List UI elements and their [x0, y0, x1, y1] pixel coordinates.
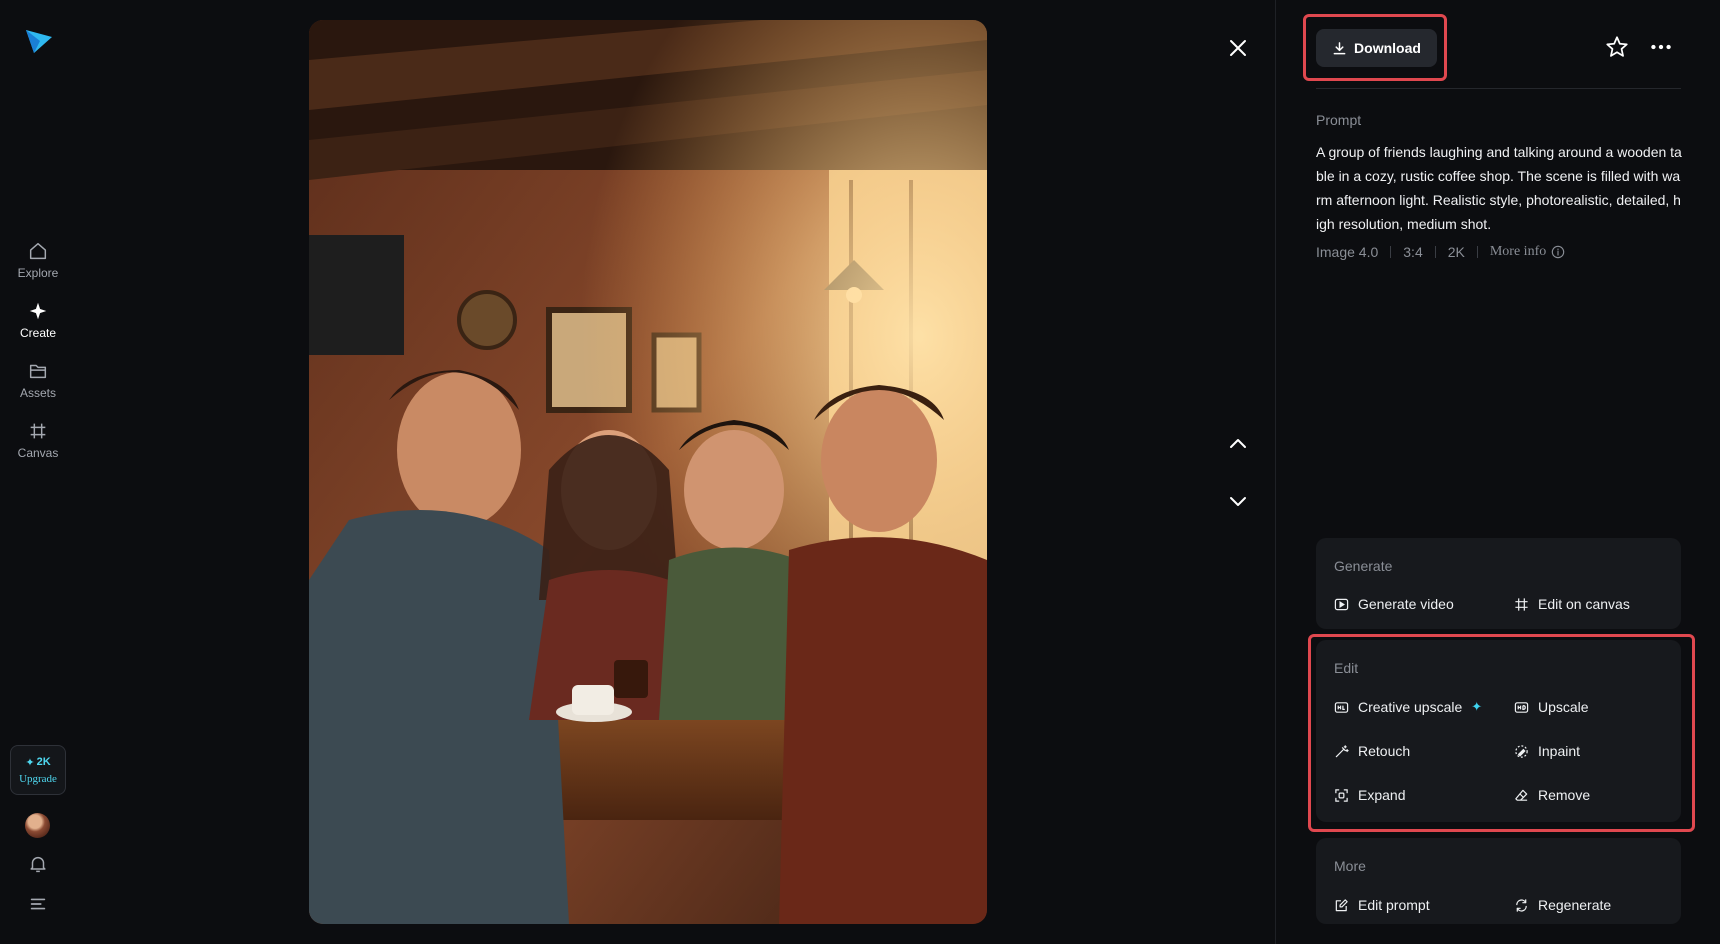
upgrade-button[interactable]: ✦ 2K Upgrade — [10, 745, 66, 795]
nav-item-explore[interactable]: Explore — [0, 240, 76, 280]
hd-icon — [1514, 701, 1529, 713]
nav-item-create[interactable]: Create — [0, 300, 76, 340]
chevron-down-icon[interactable] — [1224, 487, 1252, 515]
home-icon — [29, 242, 47, 260]
hd-plus-icon — [1334, 701, 1349, 713]
meta-separator — [1390, 246, 1392, 258]
image-meta: Image 4.0 3:4 2K More info — [1316, 244, 1565, 260]
download-button[interactable]: Download — [1316, 29, 1437, 67]
bell-icon[interactable] — [27, 853, 49, 875]
prompt-text: A group of friends laughing and talking … — [1316, 144, 1682, 232]
action-label: Regenerate — [1538, 897, 1612, 913]
nav-item-canvas[interactable]: Canvas — [0, 420, 76, 460]
action-label: Expand — [1358, 787, 1406, 803]
upgrade-label: Upgrade — [19, 772, 57, 785]
nav-label: Create — [19, 326, 57, 340]
resolution: 2K — [1447, 244, 1465, 260]
retouch-button[interactable]: Retouch — [1334, 743, 1410, 759]
left-sidebar: Explore Create Assets Canvas ✦ 2K Upgrade — [0, 0, 76, 944]
header-divider — [1316, 88, 1681, 89]
action-label: Upscale — [1538, 699, 1589, 715]
action-label: Generate video — [1358, 596, 1454, 612]
action-label: Edit on canvas — [1538, 596, 1630, 612]
chevron-up-icon[interactable] — [1224, 430, 1252, 458]
expand-icon — [1335, 788, 1348, 802]
more-info-label: More info — [1489, 244, 1547, 259]
canvas-icon — [30, 423, 46, 439]
more-icon[interactable] — [1648, 34, 1674, 60]
edit-prompt-icon — [1335, 898, 1348, 911]
nav-label: Explore — [17, 266, 59, 280]
generate-video-button[interactable]: Generate video — [1334, 596, 1454, 612]
avatar[interactable] — [25, 813, 50, 838]
more-title: More — [1334, 858, 1366, 874]
magic-wand-icon — [1335, 744, 1349, 757]
edit-on-canvas-button[interactable]: Edit on canvas — [1514, 596, 1630, 612]
edit-card: Edit Creative upscale ✦ Upscale Retouch … — [1316, 640, 1681, 822]
close-icon[interactable] — [1224, 34, 1252, 62]
menu-icon[interactable] — [27, 893, 49, 915]
nav-label: Assets — [19, 386, 56, 400]
action-label: Inpaint — [1538, 743, 1581, 759]
panel-divider — [1275, 0, 1276, 944]
model-name: Image 4.0 — [1316, 244, 1379, 260]
action-label: Remove — [1538, 787, 1591, 803]
upscale-button[interactable]: Upscale — [1514, 699, 1589, 715]
credit-value: 2K — [36, 756, 51, 768]
action-label: Edit prompt — [1358, 897, 1430, 913]
more-info-link[interactable]: More info — [1490, 244, 1565, 260]
action-label: Retouch — [1358, 743, 1411, 759]
folder-icon — [29, 364, 47, 379]
generated-image[interactable] — [309, 20, 987, 924]
photo-illustration — [309, 20, 987, 924]
sparkle-icon: ✦ — [25, 756, 35, 769]
download-icon — [1333, 41, 1346, 54]
play-icon — [1334, 598, 1349, 610]
remove-button[interactable]: Remove — [1514, 787, 1590, 803]
sparkle-icon — [29, 302, 47, 320]
more-card: More Edit prompt Regenerate — [1316, 838, 1681, 924]
regenerate-button[interactable]: Regenerate — [1514, 897, 1611, 913]
prompt-label: Prompt — [1316, 112, 1362, 128]
meta-separator — [1476, 246, 1478, 258]
download-label: Download — [1354, 40, 1421, 56]
edit-prompt-button[interactable]: Edit prompt — [1334, 897, 1430, 913]
sparkle-icon: ✦ — [1471, 699, 1483, 714]
canvas-icon — [1515, 597, 1528, 611]
edit-title: Edit — [1334, 660, 1359, 676]
generate-title: Generate — [1334, 558, 1393, 574]
eraser-icon — [1515, 789, 1528, 801]
inpaint-icon — [1515, 744, 1528, 758]
nav-label: Canvas — [17, 446, 59, 460]
regenerate-icon — [1516, 898, 1527, 912]
creative-upscale-button[interactable]: Creative upscale ✦ — [1334, 699, 1482, 715]
expand-button[interactable]: Expand — [1334, 787, 1405, 803]
info-icon — [1551, 245, 1565, 259]
credit-count: ✦ 2K — [25, 756, 50, 769]
nav-item-assets[interactable]: Assets — [0, 360, 76, 400]
inpaint-button[interactable]: Inpaint — [1514, 743, 1580, 759]
meta-separator — [1434, 246, 1436, 258]
aspect-ratio: 3:4 — [1403, 244, 1423, 260]
generate-card: Generate Generate video Edit on canvas — [1316, 538, 1681, 629]
logo-icon[interactable] — [24, 27, 54, 55]
action-label: Creative upscale — [1358, 699, 1463, 715]
star-icon[interactable] — [1604, 34, 1630, 60]
